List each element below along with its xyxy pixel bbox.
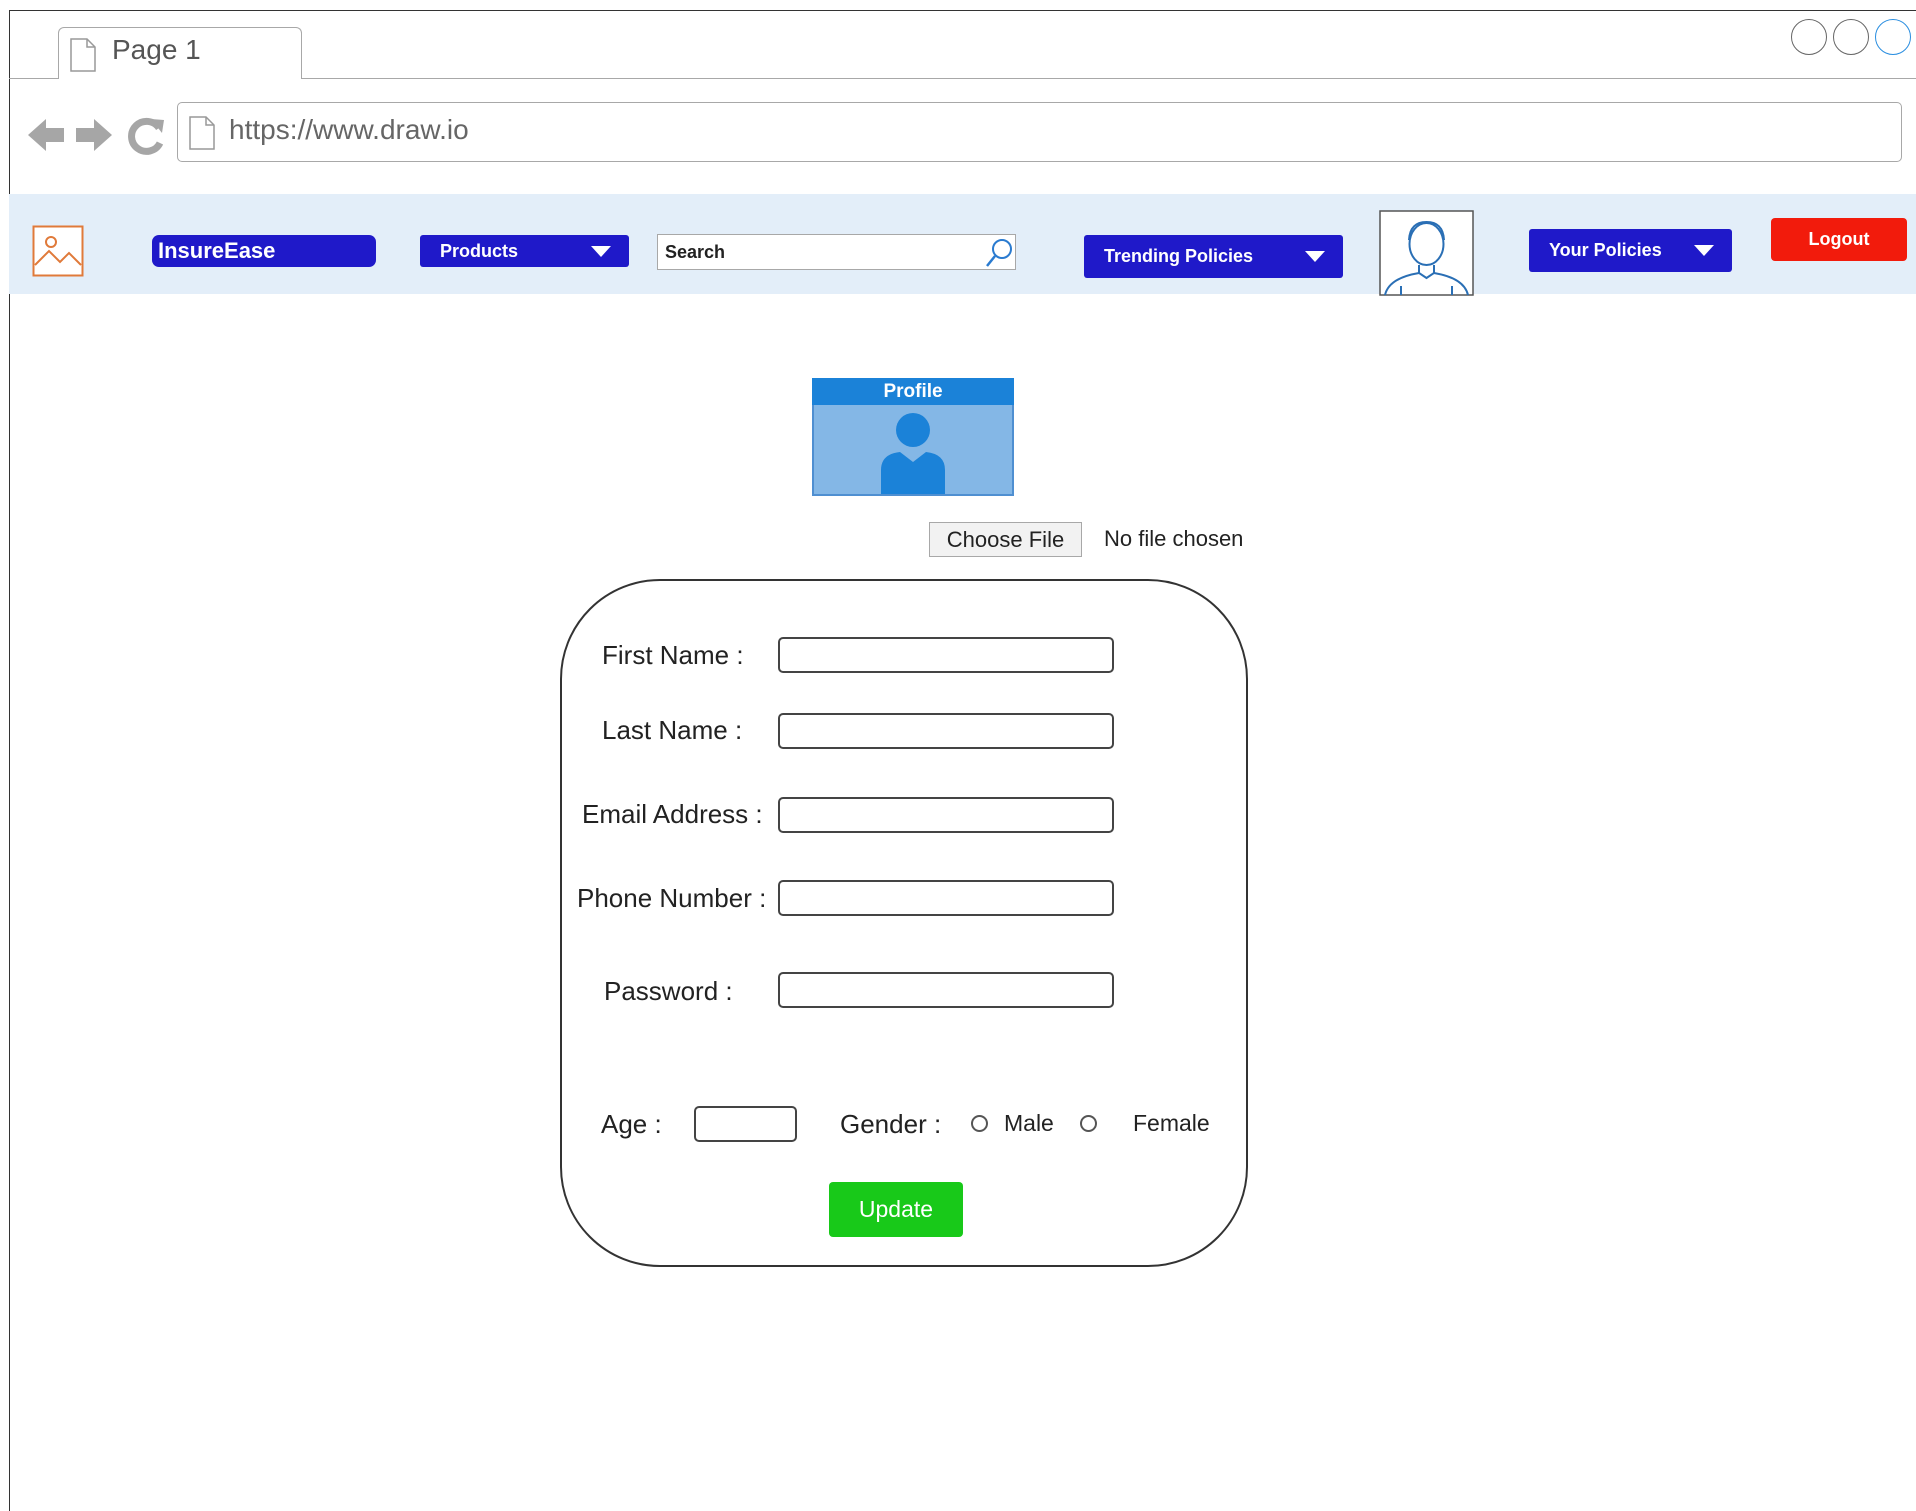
phone-input[interactable] xyxy=(778,880,1114,916)
your-policies-label: Your Policies xyxy=(1549,240,1662,260)
window-button-2[interactable] xyxy=(1833,19,1869,55)
search-placeholder: Search xyxy=(665,242,726,262)
logout-button[interactable]: Logout xyxy=(1771,218,1907,261)
profile-form-card xyxy=(560,579,1248,1267)
tab-title: Page 1 xyxy=(112,34,201,65)
male-radio[interactable] xyxy=(971,1115,988,1132)
first-name-input[interactable] xyxy=(778,637,1114,673)
forward-arrow-icon[interactable] xyxy=(74,115,114,155)
page-icon xyxy=(189,116,215,150)
choose-file-button[interactable]: Choose File xyxy=(929,522,1082,557)
back-arrow-icon[interactable] xyxy=(26,115,66,155)
url-text: https://www.draw.io xyxy=(229,114,469,145)
file-status-text: No file chosen xyxy=(1104,526,1244,551)
trending-policies-dropdown[interactable]: Trending Policies xyxy=(1084,235,1343,278)
trending-policies-label: Trending Policies xyxy=(1104,246,1254,266)
your-policies-dropdown[interactable]: Your Policies xyxy=(1529,229,1732,272)
image-logo-icon[interactable] xyxy=(32,225,84,277)
chevron-down-icon xyxy=(1305,251,1325,262)
user-avatar-icon[interactable] xyxy=(1379,210,1474,296)
password-label: Password : xyxy=(604,976,733,1006)
email-label: Email Address : xyxy=(582,799,763,829)
products-label: Products xyxy=(440,240,519,261)
password-input[interactable] xyxy=(778,972,1114,1008)
search-icon[interactable] xyxy=(984,237,1014,269)
reload-icon[interactable] xyxy=(126,116,166,156)
email-input[interactable] xyxy=(778,797,1114,833)
age-label: Age : xyxy=(601,1109,662,1139)
user-silhouette-icon xyxy=(881,413,945,494)
female-option-label: Female xyxy=(1133,1110,1210,1136)
window-button-3[interactable] xyxy=(1875,19,1911,55)
chevron-down-icon xyxy=(1694,245,1714,256)
window-button-1[interactable] xyxy=(1791,19,1827,55)
last-name-input[interactable] xyxy=(778,713,1114,749)
products-dropdown[interactable]: Products xyxy=(420,235,629,267)
profile-card-title: Profile xyxy=(812,378,1014,405)
page-icon xyxy=(70,38,96,72)
gender-label: Gender : xyxy=(840,1109,942,1139)
age-input[interactable] xyxy=(694,1106,797,1142)
female-radio[interactable] xyxy=(1080,1115,1097,1132)
first-name-label: First Name : xyxy=(602,640,744,670)
update-button[interactable]: Update xyxy=(829,1182,963,1237)
chevron-down-icon xyxy=(591,245,611,257)
male-option-label: Male xyxy=(1004,1110,1054,1136)
phone-label: Phone Number : xyxy=(577,883,767,913)
brand-name[interactable]: InsureEase xyxy=(152,235,376,267)
last-name-label: Last Name : xyxy=(602,715,743,745)
